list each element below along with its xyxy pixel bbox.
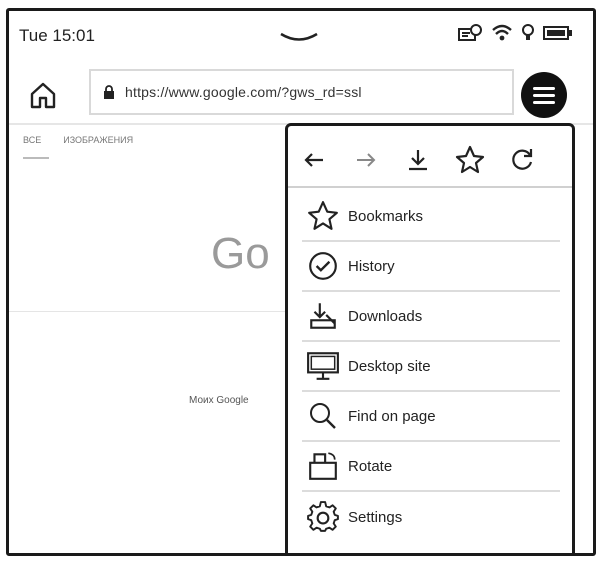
clock-icon xyxy=(309,252,337,280)
menu-items: Bookmarks History Downloads Desktop site… xyxy=(302,192,560,542)
toolbar-divider xyxy=(288,186,572,188)
pull-down-handle-icon[interactable] xyxy=(279,31,319,43)
monitor-icon xyxy=(307,352,339,380)
menu-item-label: Desktop site xyxy=(348,357,431,375)
browser-toolbar: https://www.google.com/?gws_rd=ssl xyxy=(9,67,593,125)
battery-icon xyxy=(543,26,572,40)
menu-item-bookmarks[interactable]: Bookmarks xyxy=(302,192,560,242)
menu-item-history[interactable]: History xyxy=(302,242,560,292)
menu-item-label: History xyxy=(348,257,395,275)
menu-item-downloads[interactable]: Downloads xyxy=(302,292,560,342)
lock-icon xyxy=(104,85,114,99)
address-bar[interactable]: https://www.google.com/?gws_rd=ssl xyxy=(89,69,514,115)
menu-item-label: Bookmarks xyxy=(348,207,424,225)
device-screen: Tue 15:01 https://www.google.com/?gws_rd… xyxy=(6,8,596,556)
gear-icon xyxy=(307,501,339,532)
status-icons xyxy=(457,23,573,43)
forward-button[interactable] xyxy=(340,137,392,183)
frontlight-icon xyxy=(522,24,534,40)
menu-item-rotate[interactable]: Rotate xyxy=(302,442,560,492)
menu-item-label: Settings xyxy=(348,508,403,526)
reload-button[interactable] xyxy=(496,137,548,183)
page-tabs: ВСЕ ИЗОБРАЖЕНИЯ xyxy=(23,135,133,145)
tab-images[interactable]: ИЗОБРАЖЕНИЯ xyxy=(63,135,133,145)
status-bar: Tue 15:01 xyxy=(9,11,593,59)
back-icon xyxy=(304,153,323,167)
menu-item-label: Rotate xyxy=(348,457,393,475)
google-logo: Go xyxy=(211,229,270,278)
download-button[interactable] xyxy=(392,137,444,183)
menu-item-settings[interactable]: Settings xyxy=(302,492,560,542)
menu-item-desktop-site[interactable]: Desktop site xyxy=(302,342,560,392)
menu-item-label: Downloads xyxy=(348,307,423,325)
home-button[interactable] xyxy=(23,75,63,115)
menu-item-label: Find on page xyxy=(348,407,436,425)
wifi-icon xyxy=(492,24,512,41)
star-icon xyxy=(308,201,338,230)
url-text: https://www.google.com/?gws_rd=ssl xyxy=(125,84,362,100)
add-bookmark-button[interactable] xyxy=(444,137,496,183)
rotate-icon xyxy=(309,452,337,480)
menu-button[interactable] xyxy=(521,72,567,118)
back-button[interactable] xyxy=(288,137,340,183)
bookmark-star-icon xyxy=(455,145,485,174)
downloads-icon xyxy=(310,303,336,329)
page-divider xyxy=(9,311,309,312)
magnifier-icon xyxy=(310,403,336,429)
active-tab-underline xyxy=(23,157,49,159)
reload-icon xyxy=(512,149,533,170)
menu-item-find-on-page[interactable]: Find on page xyxy=(302,392,560,442)
hamburger-icon xyxy=(533,86,555,90)
more-google-link[interactable]: Моих Google xyxy=(189,395,249,406)
tab-all[interactable]: ВСЕ xyxy=(23,135,41,145)
download-icon xyxy=(409,150,427,171)
menu-toolbar xyxy=(288,134,572,186)
browser-menu: Bookmarks History Downloads Desktop site… xyxy=(285,123,575,553)
clock-time: Tue 15:01 xyxy=(19,26,95,45)
sync-icon xyxy=(458,24,482,41)
home-icon xyxy=(30,82,56,109)
forward-icon xyxy=(357,153,376,167)
